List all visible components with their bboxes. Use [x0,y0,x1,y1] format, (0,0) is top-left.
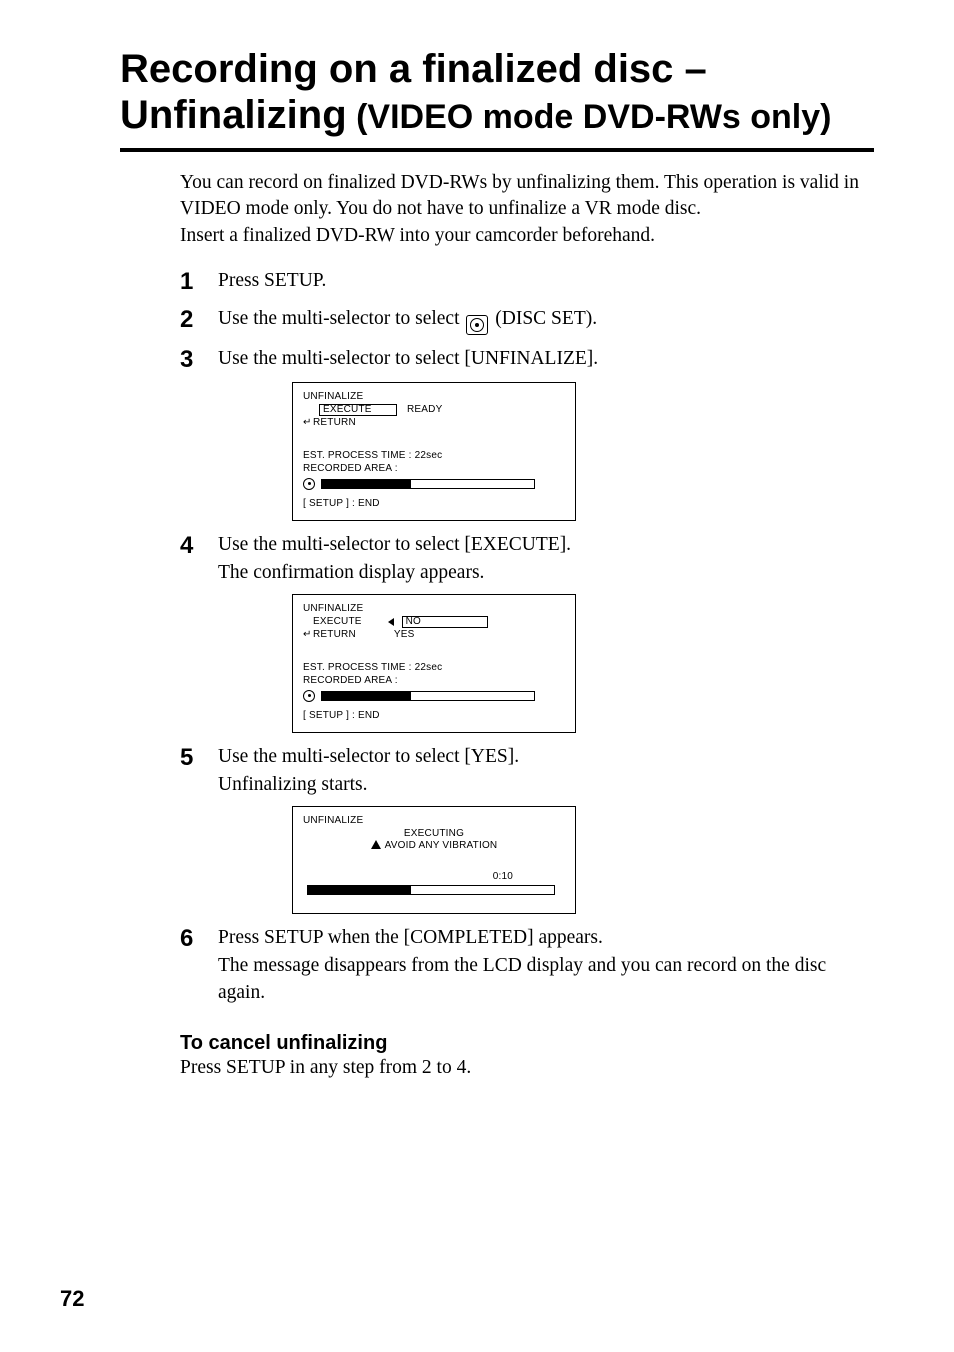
screen-end: [ SETUP ] : END [303,498,565,511]
screen-return: RETURN [313,417,356,430]
lcd-screen-step5: UNFINALIZE EXECUTING AVOID ANY VIBRATION… [292,806,576,915]
step-text: Press SETUP when the [COMPLETED] appears… [218,924,874,951]
screen-avoid-vibration: AVOID ANY VIBRATION [303,840,565,853]
disc-mini-icon [303,690,315,702]
step-text-b: (DISC SET). [490,308,597,329]
screen-ready: READY [407,404,442,417]
lcd-screen-step4: UNFINALIZE EXECUTE NO ↵ RETURN YES EST. … [292,594,576,734]
intro-line: Insert a finalized DVD-RW into your camc… [180,223,874,249]
step-text: The confirmation display appears. [218,559,571,586]
step-number: 5 [180,743,218,771]
step-text: Unfinalizing starts. [218,771,519,798]
title-line2: Unfinalizing (VIDEO mode DVD-RWs only) [120,92,874,138]
screen-end: [ SETUP ] : END [303,710,565,723]
step-text: Use the multi-selector to select [EXECUT… [218,531,571,558]
step-4: 4 Use the multi-selector to select [EXEC… [180,531,874,586]
progress-fill [308,886,411,894]
disc-mini-icon [303,478,315,490]
screen-execute: EXECUTE [313,616,362,629]
title-line1: Recording on a finalized disc – [120,46,874,92]
recorded-area-bar [321,691,535,701]
step-5: 5 Use the multi-selector to select [YES]… [180,743,874,798]
step-number: 1 [180,267,218,295]
step-text: Use the multi-selector to select [UNFINA… [218,345,598,372]
progress-bar [307,885,555,895]
step-2: 2 Use the multi-selector to select (DISC… [180,305,874,335]
cancel-heading: To cancel unfinalizing [180,1032,874,1055]
title-line2-rest: (VIDEO mode DVD-RWs only) [347,98,832,136]
screen-yes: YES [394,629,415,642]
cancel-text: Press SETUP in any step from 2 to 4. [180,1057,874,1079]
step-3: 3 Use the multi-selector to select [UNFI… [180,345,874,373]
screen-return: RETURN [313,629,356,642]
warning-icon [371,840,381,849]
title-rule [120,148,874,152]
recorded-area-fill [322,692,411,700]
intro-paragraph: You can record on finalized DVD-RWs by u… [180,170,874,249]
step-text-a: Use the multi-selector to select [218,308,464,329]
screen-est-time: EST. PROCESS TIME : 22sec [303,662,442,675]
page-title-block: Recording on a finalized disc – Unfinali… [120,46,874,138]
screen-est-time: EST. PROCESS TIME : 22sec [303,450,442,463]
screen-time: 0:10 [303,871,565,884]
intro-line: VIDEO mode only. You do not have to unfi… [180,196,874,222]
step-6: 6 Press SETUP when the [COMPLETED] appea… [180,924,874,1006]
screen-no-selected: NO [402,616,488,628]
title-line2-strong: Unfinalizing [120,93,347,137]
left-triangle-icon [388,618,394,626]
screen-header: UNFINALIZE [303,815,363,828]
return-arrow-icon: ↵ [303,629,313,642]
screen-header: UNFINALIZE [303,603,363,616]
lcd-screen-step3: UNFINALIZE EXECUTE READY ↵ RETURN EST. P… [292,382,576,522]
recorded-area-fill [322,480,411,488]
step-text: Press SETUP. [218,267,326,294]
step-number: 4 [180,531,218,559]
step-number: 6 [180,924,218,952]
screen-recorded-area-label: RECORDED AREA : [303,463,398,476]
step-text: Use the multi-selector to select [YES]. [218,743,519,770]
recorded-area-bar [321,479,535,489]
step-text: Use the multi-selector to select (DISC S… [218,305,597,335]
step-number: 2 [180,305,218,333]
return-arrow-icon: ↵ [303,417,313,430]
step-number: 3 [180,345,218,373]
screen-executing: EXECUTING [303,828,565,841]
avoid-text: AVOID ANY VIBRATION [385,840,498,851]
page-number: 72 [60,1286,84,1312]
disc-set-icon [466,315,488,335]
steps-list: 1 Press SETUP. 2 Use the multi-selector … [180,267,874,1006]
screen-execute-selected: EXECUTE [319,404,397,416]
step-text: The message disappears from the LCD disp… [218,952,874,1007]
step-1: 1 Press SETUP. [180,267,874,295]
intro-line: You can record on finalized DVD-RWs by u… [180,170,874,196]
screen-header: UNFINALIZE [303,391,363,404]
screen-recorded-area-label: RECORDED AREA : [303,675,398,688]
